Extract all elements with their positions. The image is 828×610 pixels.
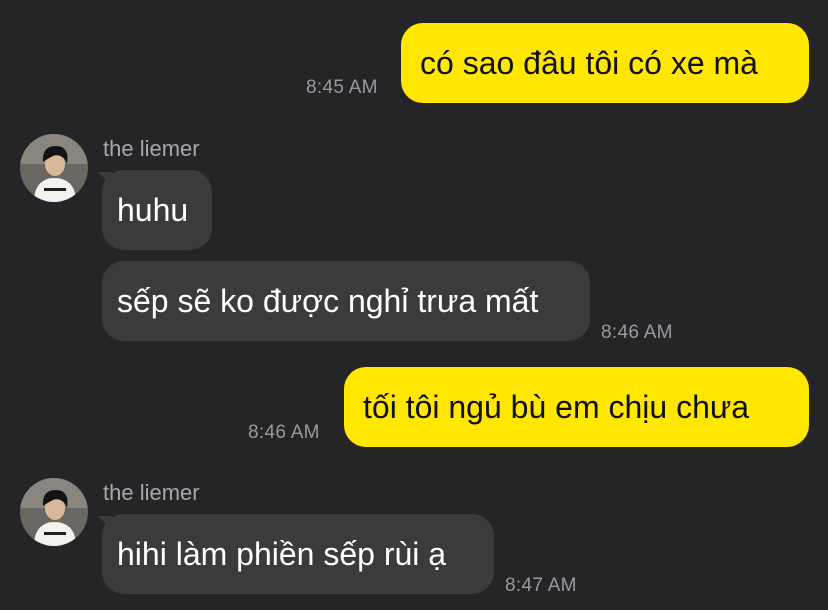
message-timestamp: 8:47 AM xyxy=(505,575,577,596)
outgoing-message-bubble[interactable]: có sao đâu tôi có xe mà xyxy=(401,23,809,103)
incoming-message-bubble[interactable]: sếp sẽ ko được nghỉ trưa mất xyxy=(102,261,590,341)
incoming-message-bubble[interactable]: huhu xyxy=(102,170,212,250)
message-text: có sao đâu tôi có xe mà xyxy=(420,45,758,81)
message-text: huhu xyxy=(117,192,189,228)
user-avatar-icon xyxy=(20,134,88,202)
user-avatar[interactable] xyxy=(20,134,88,202)
sender-name: the liemer xyxy=(103,480,200,505)
message-timestamp: 8:46 AM xyxy=(248,422,320,443)
sender-name: the liemer xyxy=(103,136,200,161)
message-text: hihi làm phiền sếp rùi ạ xyxy=(117,536,447,572)
message-text: sếp sẽ ko được nghỉ trưa mất xyxy=(117,283,539,319)
message-timestamp: 8:45 AM xyxy=(306,77,378,98)
outgoing-message-bubble[interactable]: tối tôi ngủ bù em chịu chưa xyxy=(344,367,809,447)
message-text: tối tôi ngủ bù em chịu chưa xyxy=(363,389,750,425)
message-timestamp: 8:46 AM xyxy=(601,322,673,343)
user-avatar[interactable] xyxy=(20,478,88,546)
incoming-message-bubble[interactable]: hihi làm phiền sếp rùi ạ xyxy=(102,514,494,594)
user-avatar-icon xyxy=(20,478,88,546)
